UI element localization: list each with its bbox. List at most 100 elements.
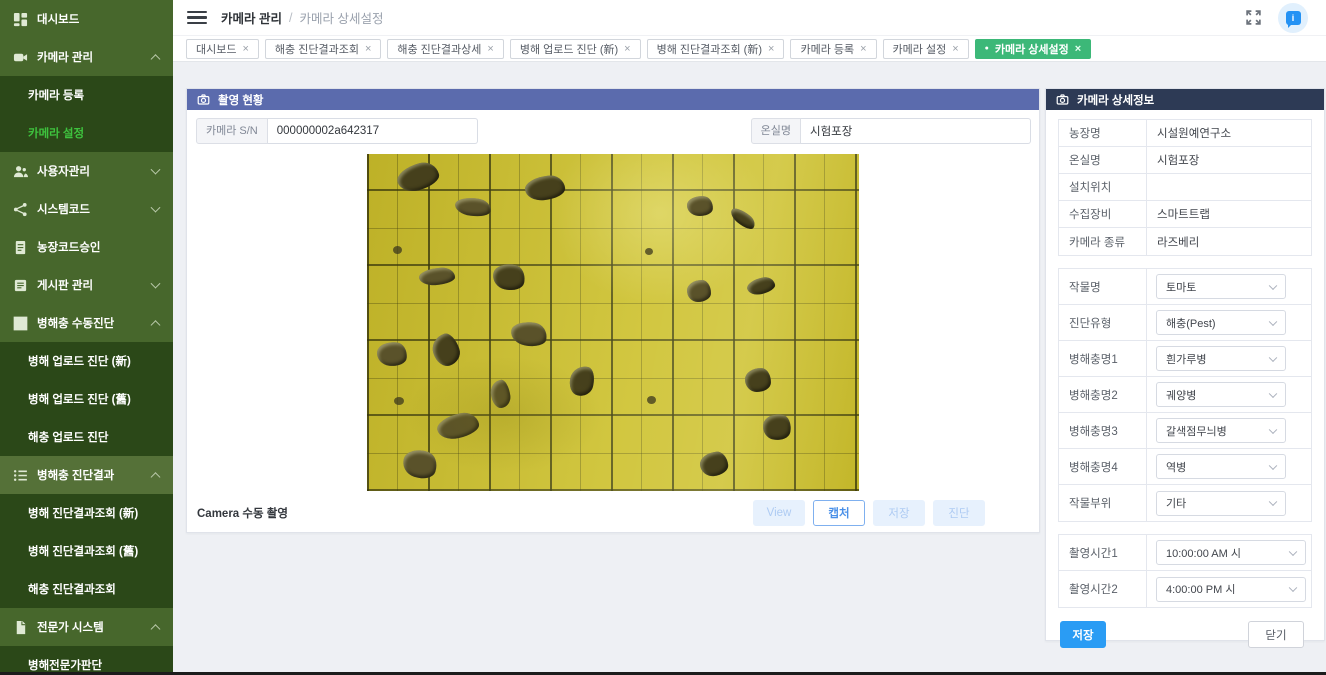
diagnosis-label: 병해충명2: [1059, 377, 1147, 412]
chevron-down-icon: [1289, 547, 1297, 555]
sidebar-item-label: 병해충 수동진단: [37, 315, 114, 331]
camera-sn-input[interactable]: [268, 118, 478, 144]
camera-info-label: 카메라 종류: [1059, 228, 1147, 255]
chevron-down-icon: [1269, 317, 1277, 325]
sidebar-item-disease-result-old[interactable]: 병해 진단결과조회 (舊): [0, 532, 173, 570]
sidebar-item-expert-system[interactable]: 전문가 시스템: [0, 608, 173, 646]
tab-camera-settings[interactable]: 카메라 설정×: [883, 39, 969, 59]
camera-info-row: 수집장비스마트트랩: [1059, 201, 1311, 228]
diagnose-button[interactable]: 진단: [933, 500, 985, 526]
sidebar-item-label: 해충 업로드 진단: [28, 429, 108, 445]
camera-info-row: 설치위치: [1059, 174, 1311, 201]
sidebar-item-label: 대시보드: [37, 11, 79, 27]
sidebar-item-dashboard[interactable]: 대시보드: [0, 0, 173, 38]
insect: [393, 246, 402, 254]
capture-panel: 촬영 현황 카메라 S/N 온실명 Camera 수동 촬영 View캡처저장진…: [186, 88, 1040, 533]
tab-disease-result-new[interactable]: 병해 진단결과조회 (新)×: [647, 39, 785, 59]
chevron-up-icon: [151, 320, 161, 330]
select-time1[interactable]: 10:00:00 AM 시: [1156, 540, 1306, 565]
capture-panel-header: 촬영 현황: [187, 89, 1039, 110]
select-pest4[interactable]: 역병: [1156, 454, 1286, 479]
chat-icon[interactable]: i: [1278, 3, 1308, 33]
sidebar-item-label: 카메라 관리: [37, 49, 93, 65]
sidebar-item-user-mgmt[interactable]: 사용자관리: [0, 152, 173, 190]
insect: [728, 205, 758, 232]
content-area: 촬영 현황 카메라 S/N 온실명 Camera 수동 촬영 View캡처저장진…: [173, 62, 1326, 675]
tab-close-icon[interactable]: ×: [365, 43, 371, 55]
diagnosis-select-table: 작물명토마토진단유형해충(Pest)병해충명1흰가루병병해충명2궤양병병해충명3…: [1058, 268, 1312, 522]
sidebar-item-pest-manual-diag[interactable]: 병해충 수동진단: [0, 304, 173, 342]
chevron-down-icon: [1289, 584, 1297, 592]
view-button[interactable]: View: [753, 500, 805, 526]
select-pest3[interactable]: 갈색점무늬병: [1156, 418, 1286, 443]
sidebar-item-disease-upload-old[interactable]: 병해 업로드 진단 (舊): [0, 380, 173, 418]
insect: [647, 396, 656, 404]
sidebar-item-camera-register[interactable]: 카메라 등록: [0, 76, 173, 114]
capture-button[interactable]: 캡처: [813, 500, 865, 526]
chat-bubble-glyph: i: [1286, 11, 1301, 25]
chevron-up-icon: [151, 54, 161, 64]
insect: [686, 195, 713, 217]
camera-info-value: 라즈베리: [1147, 234, 1199, 250]
sidebar-item-disease-expert-judge[interactable]: 병해전문가판단: [0, 646, 173, 675]
tab-pest-result-detail[interactable]: 해충 진단결과상세 ×: [387, 39, 503, 59]
sticky-trap-photo: [367, 154, 859, 491]
tab-disease-upload-new[interactable]: 병해 업로드 진단 (新)×: [510, 39, 641, 59]
tab-close-icon[interactable]: ×: [768, 43, 774, 55]
select-diag-type[interactable]: 해충(Pest): [1156, 310, 1286, 335]
tab-close-icon[interactable]: ×: [1075, 43, 1081, 55]
greenhouse-input[interactable]: [801, 118, 1031, 144]
diagnosis-row: 병해충명3갈색점무늬병: [1059, 413, 1311, 449]
sidebar-item-disease-result-new[interactable]: 병해 진단결과조회 (新): [0, 494, 173, 532]
details-footer: 저장 닫기: [1058, 621, 1312, 648]
camera-info-value: 시설원예연구소: [1147, 125, 1231, 141]
fullscreen-icon[interactable]: [1245, 9, 1262, 26]
insect: [746, 275, 777, 296]
tab-pest-result[interactable]: 해충 진단결과조회×: [265, 39, 381, 59]
save-button[interactable]: 저장: [1060, 621, 1106, 648]
sidebar-item-label: 병해 업로드 진단 (新): [28, 353, 131, 369]
details-panel-title: 카메라 상세정보: [1077, 92, 1154, 108]
select-value: 갈색점무늬병: [1166, 423, 1227, 439]
save-button[interactable]: 저장: [873, 500, 925, 526]
insect: [376, 340, 408, 367]
tab-dashboard[interactable]: 대시보드 ×: [186, 39, 259, 59]
sidebar-item-camera-settings[interactable]: 카메라 설정: [0, 114, 173, 152]
sidebar-item-board-mgmt[interactable]: 게시판 관리: [0, 266, 173, 304]
sidebar-item-camera-mgmt[interactable]: 카메라 관리: [0, 38, 173, 76]
camera-icon: [13, 50, 28, 65]
close-button[interactable]: 닫기: [1248, 621, 1304, 648]
sidebar-item-pest-diag-result[interactable]: 병해충 진단결과: [0, 456, 173, 494]
insect: [687, 280, 711, 302]
select-pest1[interactable]: 흰가루병: [1156, 346, 1286, 371]
tab-close-icon[interactable]: ×: [624, 43, 630, 55]
active-tab-dot-icon: ●: [985, 45, 989, 52]
chevron-down-icon: [151, 165, 161, 175]
greenhouse-label: 온실명: [751, 118, 801, 144]
sidebar-item-farm-code-approve[interactable]: 농장코드승인: [0, 228, 173, 266]
tab-close-icon[interactable]: ×: [860, 43, 866, 55]
select-pest2[interactable]: 궤양병: [1156, 382, 1286, 407]
select-crop[interactable]: 토마토: [1156, 274, 1286, 299]
sidebar-item-system-code[interactable]: 시스템코드: [0, 190, 173, 228]
tab-close-icon[interactable]: ×: [952, 43, 958, 55]
sidebar-item-disease-upload-new[interactable]: 병해 업로드 진단 (新): [0, 342, 173, 380]
chevron-up-icon: [151, 624, 161, 634]
select-value: 10:00:00 AM 시: [1166, 545, 1241, 561]
tab-label: 해충 진단결과상세: [397, 41, 481, 57]
insect: [524, 174, 566, 202]
tab-close-icon[interactable]: ×: [487, 43, 493, 55]
tab-camera-register[interactable]: 카메라 등록×: [790, 39, 876, 59]
menu-toggle-icon[interactable]: [187, 8, 207, 28]
sidebar-item-pest-upload[interactable]: 해충 업로드 진단: [0, 418, 173, 456]
select-time2[interactable]: 4:00:00 PM 시: [1156, 577, 1306, 602]
chevron-down-icon: [1269, 353, 1277, 361]
tab-close-icon[interactable]: ×: [242, 43, 248, 55]
select-crop-part[interactable]: 기타: [1156, 491, 1286, 516]
capture-time-label: 촬영시간1: [1059, 535, 1147, 570]
tab-label: 대시보드: [196, 41, 236, 57]
sidebar-item-pest-result[interactable]: 해충 진단결과조회: [0, 570, 173, 608]
sidebar-item-label: 병해충 진단결과: [37, 467, 114, 483]
camera-icon: [197, 93, 210, 106]
tab-camera-detail-settings[interactable]: ●카메라 상세설정×: [975, 39, 1092, 59]
